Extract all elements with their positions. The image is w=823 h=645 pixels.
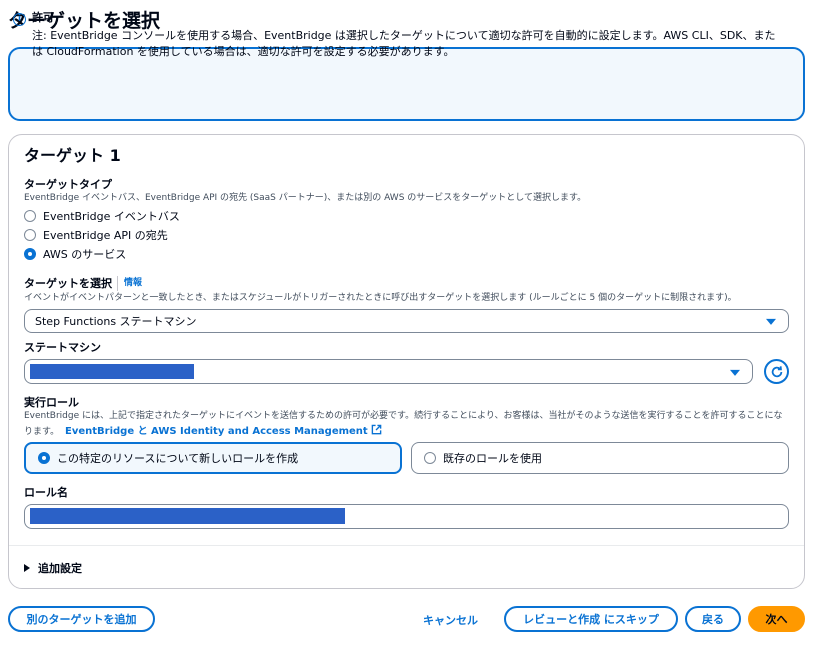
target-select-dropdown[interactable]: Step Functions ステートマシン [24, 309, 789, 333]
caret-right-icon [24, 564, 30, 572]
cancel-button[interactable]: キャンセル [423, 612, 478, 628]
radio-label: EventBridge イベントバス [43, 210, 180, 223]
info-alert-title: 許可 [32, 11, 54, 24]
target-heading: ターゲット 1 [24, 146, 121, 165]
additional-settings-label: 追加設定 [38, 562, 82, 575]
redacted-value [30, 508, 345, 524]
target-type-label: ターゲットタイプ [24, 178, 112, 191]
caret-down-icon [730, 369, 740, 376]
info-link[interactable]: 情報 [117, 276, 142, 291]
role-name-input[interactable] [24, 504, 789, 529]
role-name-label: ロール名 [24, 486, 68, 499]
radio-button-selected[interactable] [38, 452, 50, 464]
radio-eventbridge-api[interactable]: EventBridge API の宛先 [24, 227, 168, 243]
execution-role-description: EventBridge には、上記で指定されたターゲットにイベントを送信するため… [24, 408, 790, 440]
info-icon: i [13, 13, 26, 26]
target-select-value: Step Functions ステートマシン [35, 315, 197, 328]
redacted-value [30, 364, 194, 379]
divider [9, 545, 804, 546]
radio-label: AWS のサービス [43, 248, 127, 261]
external-link-icon [371, 424, 382, 435]
back-button[interactable]: 戻る [685, 606, 741, 632]
radio-eventbridge-bus[interactable]: EventBridge イベントバス [24, 208, 180, 224]
radio-button[interactable] [424, 452, 436, 464]
refresh-icon [771, 365, 782, 377]
additional-settings-expander[interactable]: 追加設定 [24, 560, 82, 576]
caret-down-icon [766, 318, 776, 325]
skip-to-review-button[interactable]: レビューと作成 にスキップ [504, 606, 678, 632]
select-target-description: イベントがイベントパターンと一致したとき、またはスケジュールがトリガーされたとき… [24, 293, 737, 303]
radio-label: EventBridge API の宛先 [43, 229, 168, 242]
state-machine-dropdown[interactable] [24, 359, 753, 384]
iam-doc-link[interactable]: EventBridge と AWS Identity and Access Ma… [64, 424, 382, 437]
state-machine-label: ステートマシン [24, 341, 101, 354]
tile-create-new-role[interactable]: この特定のリソースについて新しいロールを作成 [24, 442, 402, 474]
radio-button[interactable] [24, 210, 36, 222]
add-target-button[interactable]: 別のターゲットを追加 [8, 606, 155, 632]
tile-label: この特定のリソースについて新しいロールを作成 [57, 452, 299, 465]
target-type-description: EventBridge イベントバス、EventBridge API の宛先 (… [24, 193, 587, 203]
select-target-label-row: ターゲットを選択 情報 [24, 276, 142, 291]
iam-doc-link-label: EventBridge と AWS Identity and Access Ma… [64, 426, 368, 437]
radio-button[interactable] [24, 229, 36, 241]
radio-aws-service[interactable]: AWS のサービス [24, 246, 126, 262]
radio-button-selected[interactable] [24, 248, 36, 260]
refresh-button[interactable] [764, 359, 789, 384]
next-button[interactable]: 次へ [748, 606, 805, 632]
tile-label: 既存のロールを使用 [443, 452, 542, 465]
tile-use-existing-role[interactable]: 既存のロールを使用 [411, 442, 789, 474]
select-target-label: ターゲットを選択 [24, 277, 112, 290]
info-alert-body: 注: EventBridge コンソールを使用する場合、EventBridge … [32, 29, 776, 58]
